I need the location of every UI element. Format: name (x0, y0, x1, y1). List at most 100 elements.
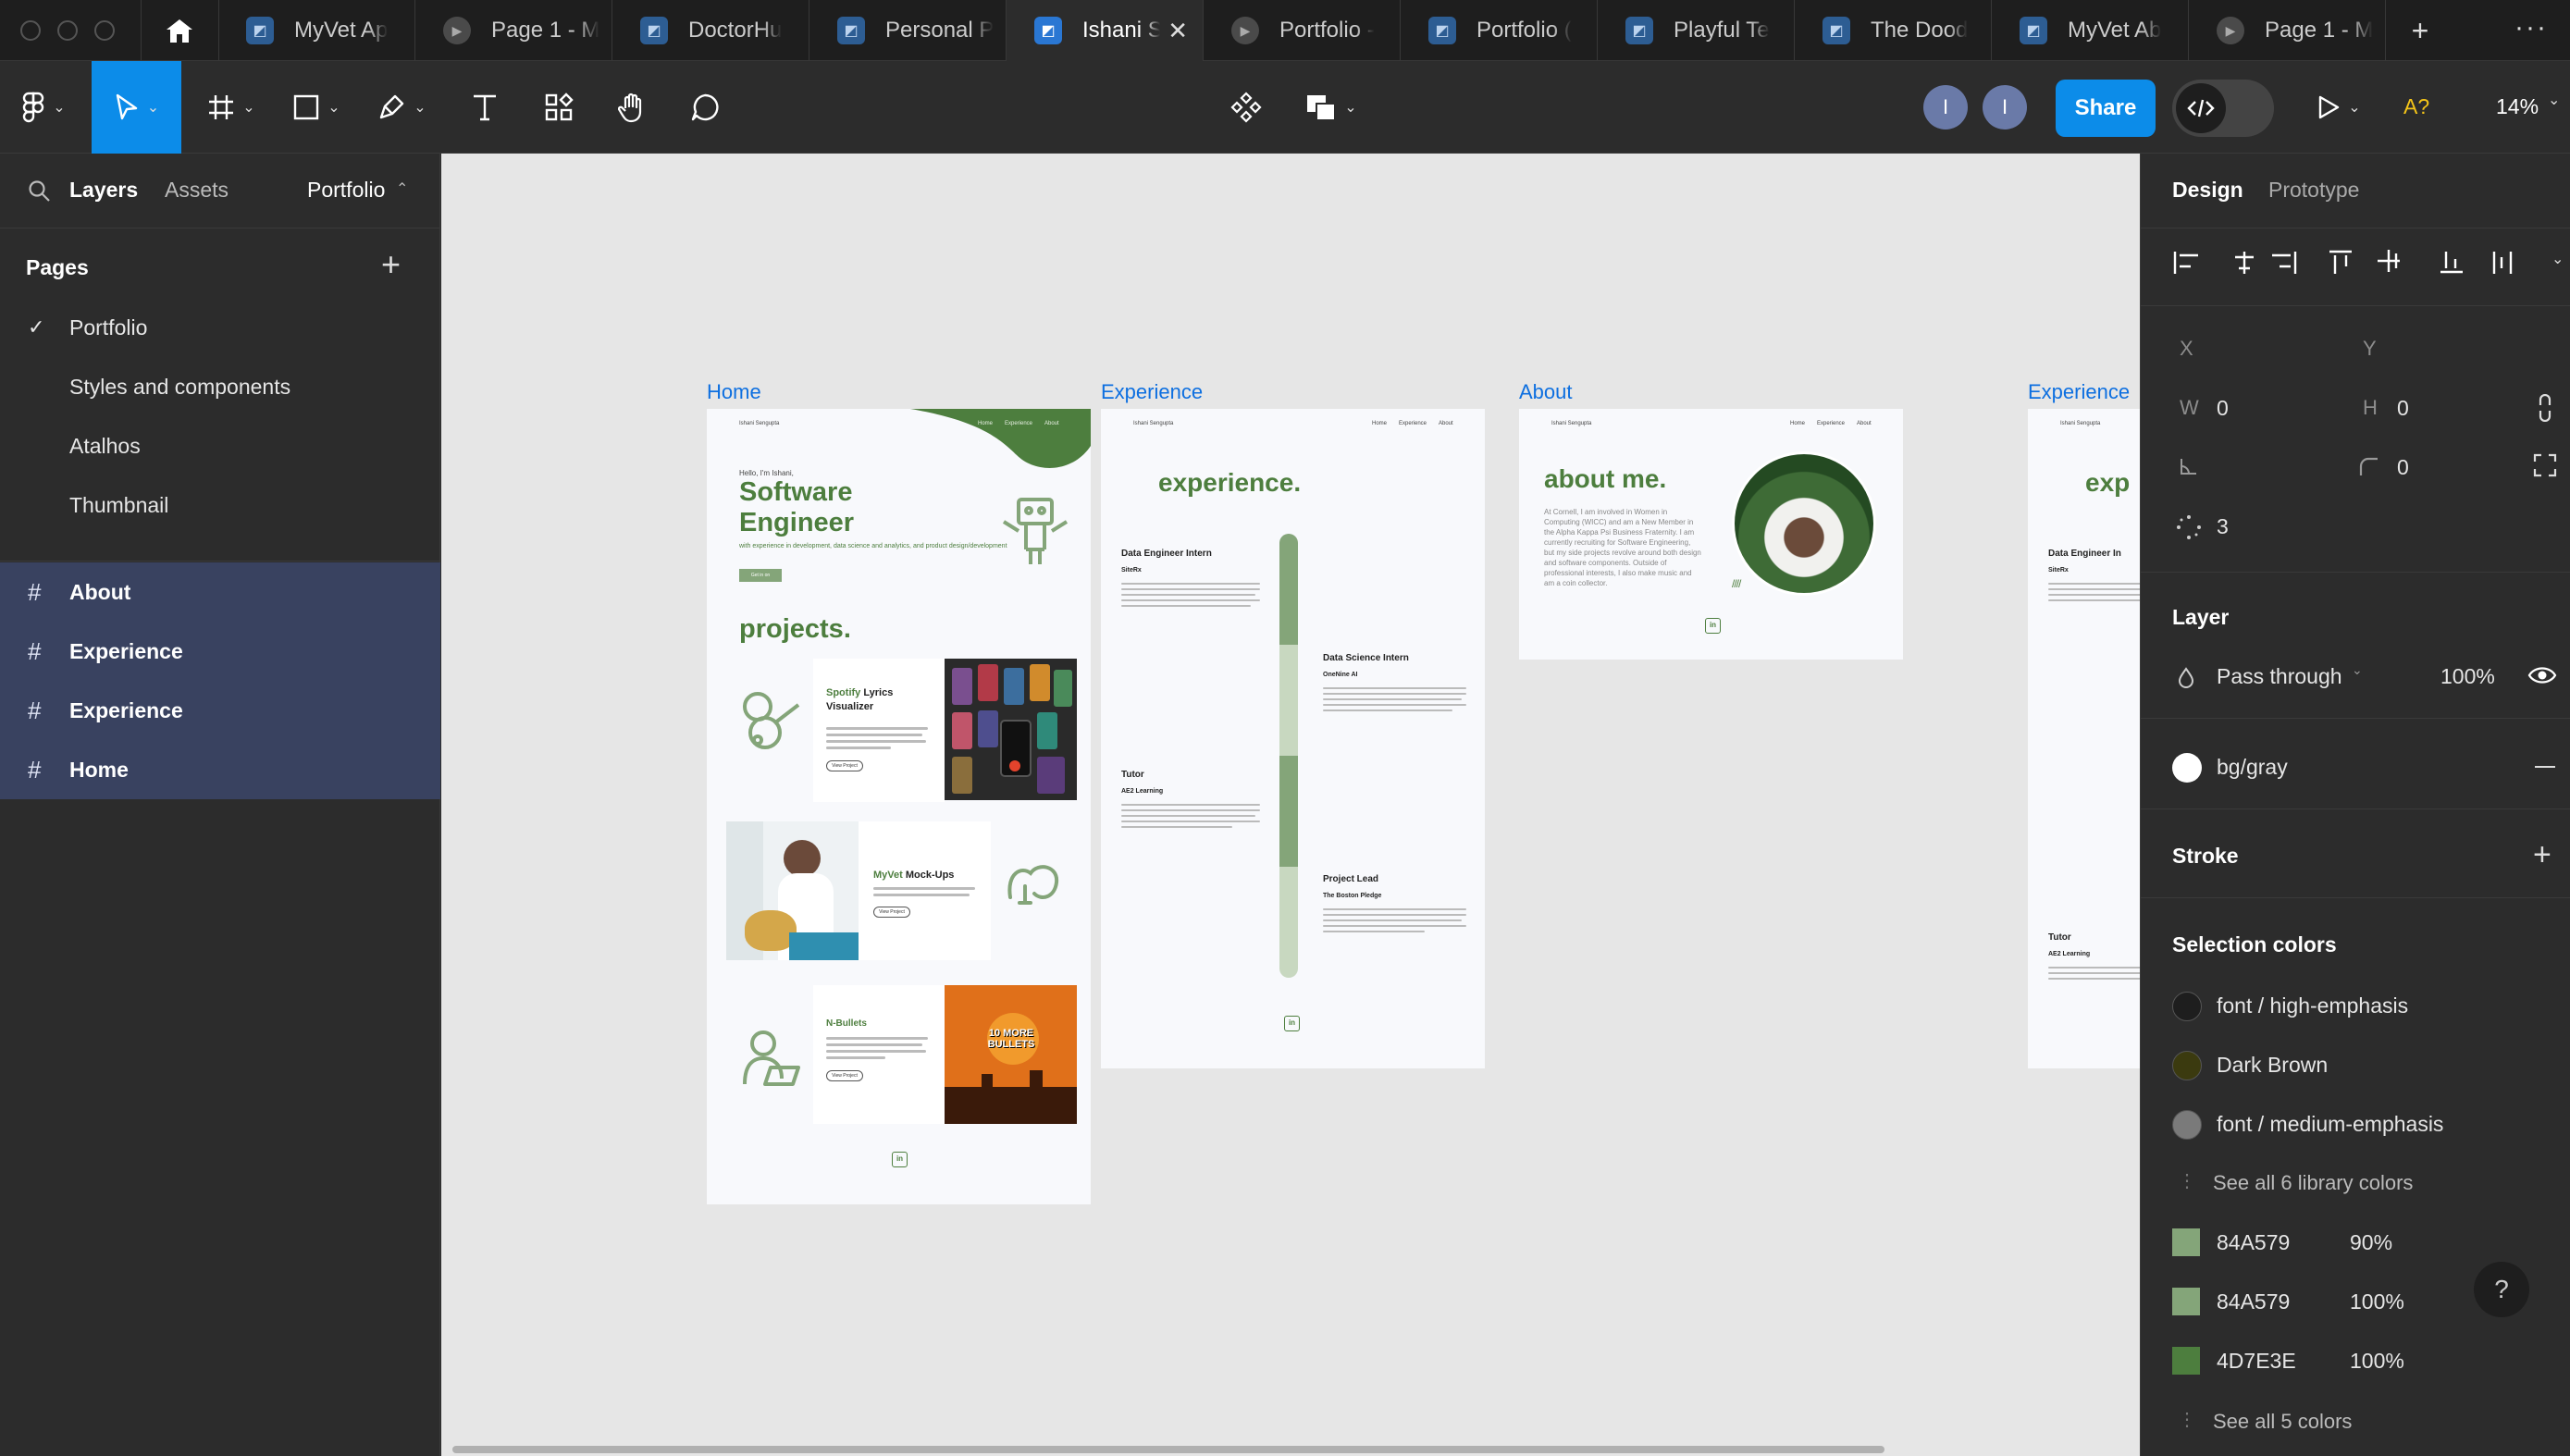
chevron-down-icon[interactable]: ⌄ (2352, 662, 2363, 678)
more-icon[interactable]: ··· (2513, 9, 2550, 52)
frame-label-about[interactable]: About (1519, 380, 1573, 404)
home-icon[interactable] (163, 17, 196, 44)
color-opacity-value[interactable]: 90% (2350, 1230, 2392, 1255)
blend-mode-select[interactable]: Pass through (2217, 664, 2342, 689)
fill-style-name[interactable]: bg/gray (2217, 755, 2288, 780)
file-tab[interactable]: ▶ Page 1 - M (415, 0, 612, 61)
file-tab[interactable]: ◩ DoctorHu (612, 0, 809, 61)
tab-prototype[interactable]: Prototype (2268, 178, 2359, 203)
height-input[interactable]: 0 (2397, 396, 2409, 421)
color-swatch[interactable] (2172, 992, 2202, 1021)
file-tab[interactable]: ◩ Portfolio ( (1401, 0, 1598, 61)
frame-tool-button[interactable]: ⌄ (198, 61, 265, 154)
page-item[interactable]: Thumbnail (0, 475, 440, 535)
fill-swatch[interactable] (2172, 753, 2202, 783)
about-frame[interactable]: Ishani Sengupta Home Experience About ab… (1519, 409, 1903, 660)
chevron-down-icon[interactable]: ⌄ (2551, 250, 2564, 268)
pen-tool-button[interactable]: ⌄ (368, 61, 435, 154)
color-swatch[interactable] (2172, 1347, 2200, 1375)
page-switcher[interactable]: Portfolio (307, 178, 385, 203)
color-hex-value[interactable]: 84A579 (2217, 1289, 2290, 1314)
width-input[interactable]: 0 (2217, 396, 2229, 421)
add-stroke-plus-icon[interactable]: + (2533, 836, 2551, 873)
tab-layers[interactable]: Layers (69, 178, 138, 203)
color-swatch[interactable] (2172, 1228, 2200, 1256)
shape-tool-button[interactable]: ⌄ (283, 61, 350, 154)
search-icon[interactable] (28, 179, 52, 208)
file-tab[interactable]: ◩ MyVet Ap (218, 0, 415, 61)
color-style-name[interactable]: Dark Brown (2217, 1053, 2328, 1078)
layer-item-frame[interactable]: # About (0, 562, 440, 622)
file-tab[interactable]: ◩ Personal P (809, 0, 1007, 61)
new-tab-plus-icon[interactable]: + (2402, 9, 2439, 52)
remove-fill-minus-icon[interactable] (2535, 766, 2555, 768)
file-tab[interactable]: ◩ Ishani S ✕ (1007, 0, 1204, 61)
layer-opacity-input[interactable]: 100% (2440, 664, 2495, 689)
color-style-name[interactable]: font / medium-emphasis (2217, 1112, 2443, 1137)
experience-heading: exp (2085, 468, 2131, 497)
canvas[interactable]: Home Experience About Experience Ishani … (441, 154, 2140, 1456)
color-swatch[interactable] (2172, 1110, 2202, 1140)
tab-design[interactable]: Design (2172, 178, 2243, 203)
avatar[interactable]: I (1983, 85, 2027, 130)
see-all-colors-link[interactable]: See all 5 colors (2213, 1410, 2352, 1434)
eye-icon[interactable] (2527, 664, 2557, 686)
frame-label-experience[interactable]: Experience (2028, 380, 2130, 404)
layer-item-frame[interactable]: # Home (0, 740, 440, 799)
component-tools-button[interactable] (1223, 61, 1269, 154)
color-hex-value[interactable]: 4D7E3E (2217, 1349, 2296, 1374)
independent-corners-icon[interactable] (2533, 453, 2557, 477)
layer-item-frame[interactable]: # Experience (0, 622, 440, 681)
file-tab[interactable]: ▶ Page 1 - M (2189, 0, 2386, 61)
frame-label-home[interactable]: Home (707, 380, 761, 404)
color-opacity-value[interactable]: 100% (2350, 1289, 2404, 1314)
see-all-library-colors-link[interactable]: See all 6 library colors (2213, 1171, 2413, 1195)
window-maximize-button[interactable] (94, 20, 115, 41)
layer-item-frame[interactable]: # Experience (0, 681, 440, 740)
text-tool-button[interactable] (459, 61, 511, 154)
help-button[interactable]: ? (2474, 1262, 2529, 1317)
page-item[interactable]: Atalhos (0, 416, 440, 475)
dev-mode-toggle[interactable] (2172, 80, 2274, 137)
boolean-tools-button[interactable]: ⌄ (1299, 61, 1364, 154)
missing-fonts-badge[interactable]: A? (2403, 94, 2429, 119)
present-button[interactable]: ⌄ (2309, 61, 2368, 154)
move-tool-button[interactable]: ⌄ (92, 61, 181, 154)
avatar[interactable]: I (1923, 85, 1968, 130)
window-minimize-button[interactable] (57, 20, 78, 41)
comment-icon (691, 93, 719, 121)
page-item[interactable]: ✓ Portfolio (0, 298, 440, 357)
color-swatch[interactable] (2172, 1051, 2202, 1080)
file-tab[interactable]: ◩ Playful Te (1598, 0, 1795, 61)
share-button[interactable]: Share (2056, 80, 2156, 137)
color-style-name[interactable]: font / high-emphasis (2217, 993, 2408, 1018)
page-item[interactable]: Styles and components (0, 357, 440, 416)
main-menu-button[interactable]: ⌄ (13, 61, 74, 154)
tab-assets[interactable]: Assets (165, 178, 229, 203)
zoom-level[interactable]: 14% (2496, 94, 2539, 119)
horizontal-scrollbar[interactable] (452, 1446, 1884, 1453)
corner-radius-input[interactable]: 0 (2397, 455, 2409, 480)
chevron-down-icon[interactable]: ⌄ (2548, 91, 2560, 109)
color-opacity-value[interactable]: 100% (2350, 1349, 2404, 1374)
hand-tool-button[interactable] (607, 61, 659, 154)
experience-frame[interactable]: Ishani Sengupta Home Experience About ex… (1101, 409, 1485, 1068)
window-close-button[interactable] (20, 20, 41, 41)
resources-tool-button[interactable] (533, 61, 585, 154)
add-page-plus-icon[interactable]: + (381, 246, 401, 283)
file-tab[interactable]: ◩ The Dood (1795, 0, 1992, 61)
experience-frame-2[interactable]: Ishani Sengupta exp Data Engineer In Sit… (2028, 409, 2140, 1068)
file-tab[interactable]: ▶ Portfolio - (1204, 0, 1401, 61)
home-frame[interactable]: Ishani Sengupta Home Experience About He… (707, 409, 1091, 1204)
chevron-up-icon[interactable]: ⌃ (396, 179, 408, 198)
frame-label-experience[interactable]: Experience (1101, 380, 1203, 404)
constrain-proportions-icon[interactable] (2535, 394, 2555, 422)
file-tab[interactable]: ◩ MyVet Ab (1992, 0, 2189, 61)
color-hex-value[interactable]: 84A579 (2217, 1230, 2290, 1255)
alignment-toolbar[interactable] (2172, 244, 2542, 281)
points-count-input[interactable]: 3 (2217, 514, 2229, 539)
color-swatch[interactable] (2172, 1288, 2200, 1315)
close-tab-icon[interactable]: ✕ (1168, 17, 1188, 45)
comment-tool-button[interactable] (679, 61, 731, 154)
profile-photo (1732, 451, 1876, 596)
